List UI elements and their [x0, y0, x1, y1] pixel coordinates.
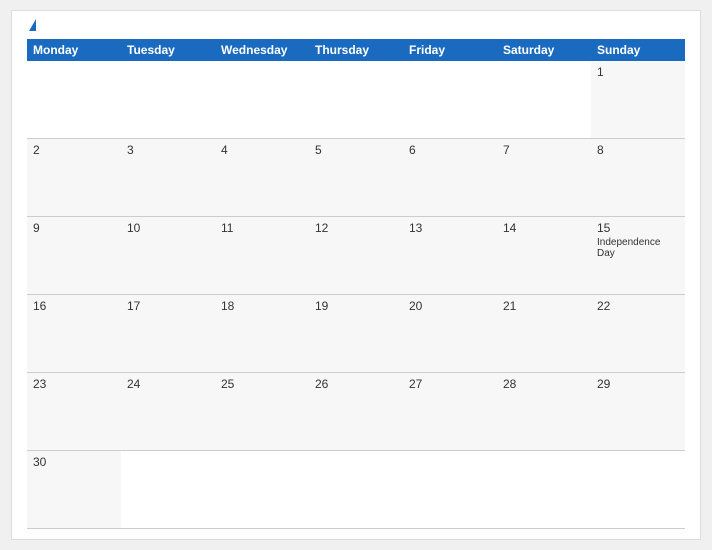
day-number: 22: [597, 299, 679, 313]
day-cell: 27: [403, 373, 497, 450]
day-cell: 12: [309, 217, 403, 294]
day-cell: [403, 61, 497, 138]
day-cell: 24: [121, 373, 215, 450]
day-cell: 4: [215, 139, 309, 216]
day-header-thursday: Thursday: [309, 39, 403, 61]
day-number: 5: [315, 143, 397, 157]
week-row-6: 30: [27, 451, 685, 529]
day-cell: [27, 61, 121, 138]
day-number: 6: [409, 143, 491, 157]
day-cell: 15 Independence Day: [591, 217, 685, 294]
week-row-4: 16 17 18 19 20 21 22: [27, 295, 685, 373]
day-cell: 16: [27, 295, 121, 372]
day-number: 8: [597, 143, 679, 157]
day-cell: 17: [121, 295, 215, 372]
day-header-tuesday: Tuesday: [121, 39, 215, 61]
day-cell: 25: [215, 373, 309, 450]
day-cell: [591, 451, 685, 528]
day-cell: 5: [309, 139, 403, 216]
day-number: 19: [315, 299, 397, 313]
day-event: Independence Day: [597, 237, 679, 259]
day-number: 16: [33, 299, 115, 313]
day-cell: 29: [591, 373, 685, 450]
day-cell: 2: [27, 139, 121, 216]
day-cell: 26: [309, 373, 403, 450]
calendar-grid: MondayTuesdayWednesdayThursdayFridaySatu…: [27, 39, 685, 529]
day-number: 21: [503, 299, 585, 313]
day-number: 24: [127, 377, 209, 391]
day-cell: 14: [497, 217, 591, 294]
day-header-sunday: Sunday: [591, 39, 685, 61]
day-cell: [497, 61, 591, 138]
logo: [27, 21, 36, 31]
day-number: 9: [33, 221, 115, 235]
day-number: 4: [221, 143, 303, 157]
day-number: 3: [127, 143, 209, 157]
day-number: 10: [127, 221, 209, 235]
day-cell: [215, 61, 309, 138]
day-number: 13: [409, 221, 491, 235]
weeks-container: 123456789101112131415Independence Day161…: [27, 61, 685, 529]
day-cell: [497, 451, 591, 528]
week-row-3: 9 10 11 12 13 14 15 Independence Day: [27, 217, 685, 295]
day-cell: 30: [27, 451, 121, 528]
day-cell: 20: [403, 295, 497, 372]
day-number: 7: [503, 143, 585, 157]
day-cell: 11: [215, 217, 309, 294]
day-number: 17: [127, 299, 209, 313]
day-number: 20: [409, 299, 491, 313]
week-row-1: 1: [27, 61, 685, 139]
day-cell: 3: [121, 139, 215, 216]
day-number: 27: [409, 377, 491, 391]
day-header-monday: Monday: [27, 39, 121, 61]
day-cell: 23: [27, 373, 121, 450]
calendar-header: [27, 21, 685, 31]
day-cell: 13: [403, 217, 497, 294]
day-cell: 18: [215, 295, 309, 372]
day-number: 11: [221, 221, 303, 235]
day-number: 25: [221, 377, 303, 391]
day-cell: 9: [27, 217, 121, 294]
day-cell: 6: [403, 139, 497, 216]
day-number: 12: [315, 221, 397, 235]
calendar-container: MondayTuesdayWednesdayThursdayFridaySatu…: [11, 10, 701, 540]
day-cell: [309, 451, 403, 528]
week-row-5: 23 24 25 26 27 28 29: [27, 373, 685, 451]
day-cell: [309, 61, 403, 138]
day-cell: 8: [591, 139, 685, 216]
day-number: 28: [503, 377, 585, 391]
day-cell: 28: [497, 373, 591, 450]
day-cell: 1: [591, 61, 685, 138]
day-number: 2: [33, 143, 115, 157]
day-number: 26: [315, 377, 397, 391]
day-cell: 21: [497, 295, 591, 372]
day-number: 23: [33, 377, 115, 391]
day-cell: [215, 451, 309, 528]
day-header-friday: Friday: [403, 39, 497, 61]
day-cell: 22: [591, 295, 685, 372]
day-header-saturday: Saturday: [497, 39, 591, 61]
week-row-2: 2345678: [27, 139, 685, 217]
day-header-wednesday: Wednesday: [215, 39, 309, 61]
day-cell: 7: [497, 139, 591, 216]
day-cell: [403, 451, 497, 528]
day-number: 15: [597, 221, 679, 235]
day-number: 18: [221, 299, 303, 313]
day-number: 30: [33, 455, 115, 469]
day-cell: [121, 451, 215, 528]
day-cell: 19: [309, 295, 403, 372]
day-number: 1: [597, 65, 679, 79]
logo-triangle-icon: [29, 19, 36, 31]
day-number: 14: [503, 221, 585, 235]
day-number: 29: [597, 377, 679, 391]
day-headers-row: MondayTuesdayWednesdayThursdayFridaySatu…: [27, 39, 685, 61]
day-cell: [121, 61, 215, 138]
day-cell: 10: [121, 217, 215, 294]
